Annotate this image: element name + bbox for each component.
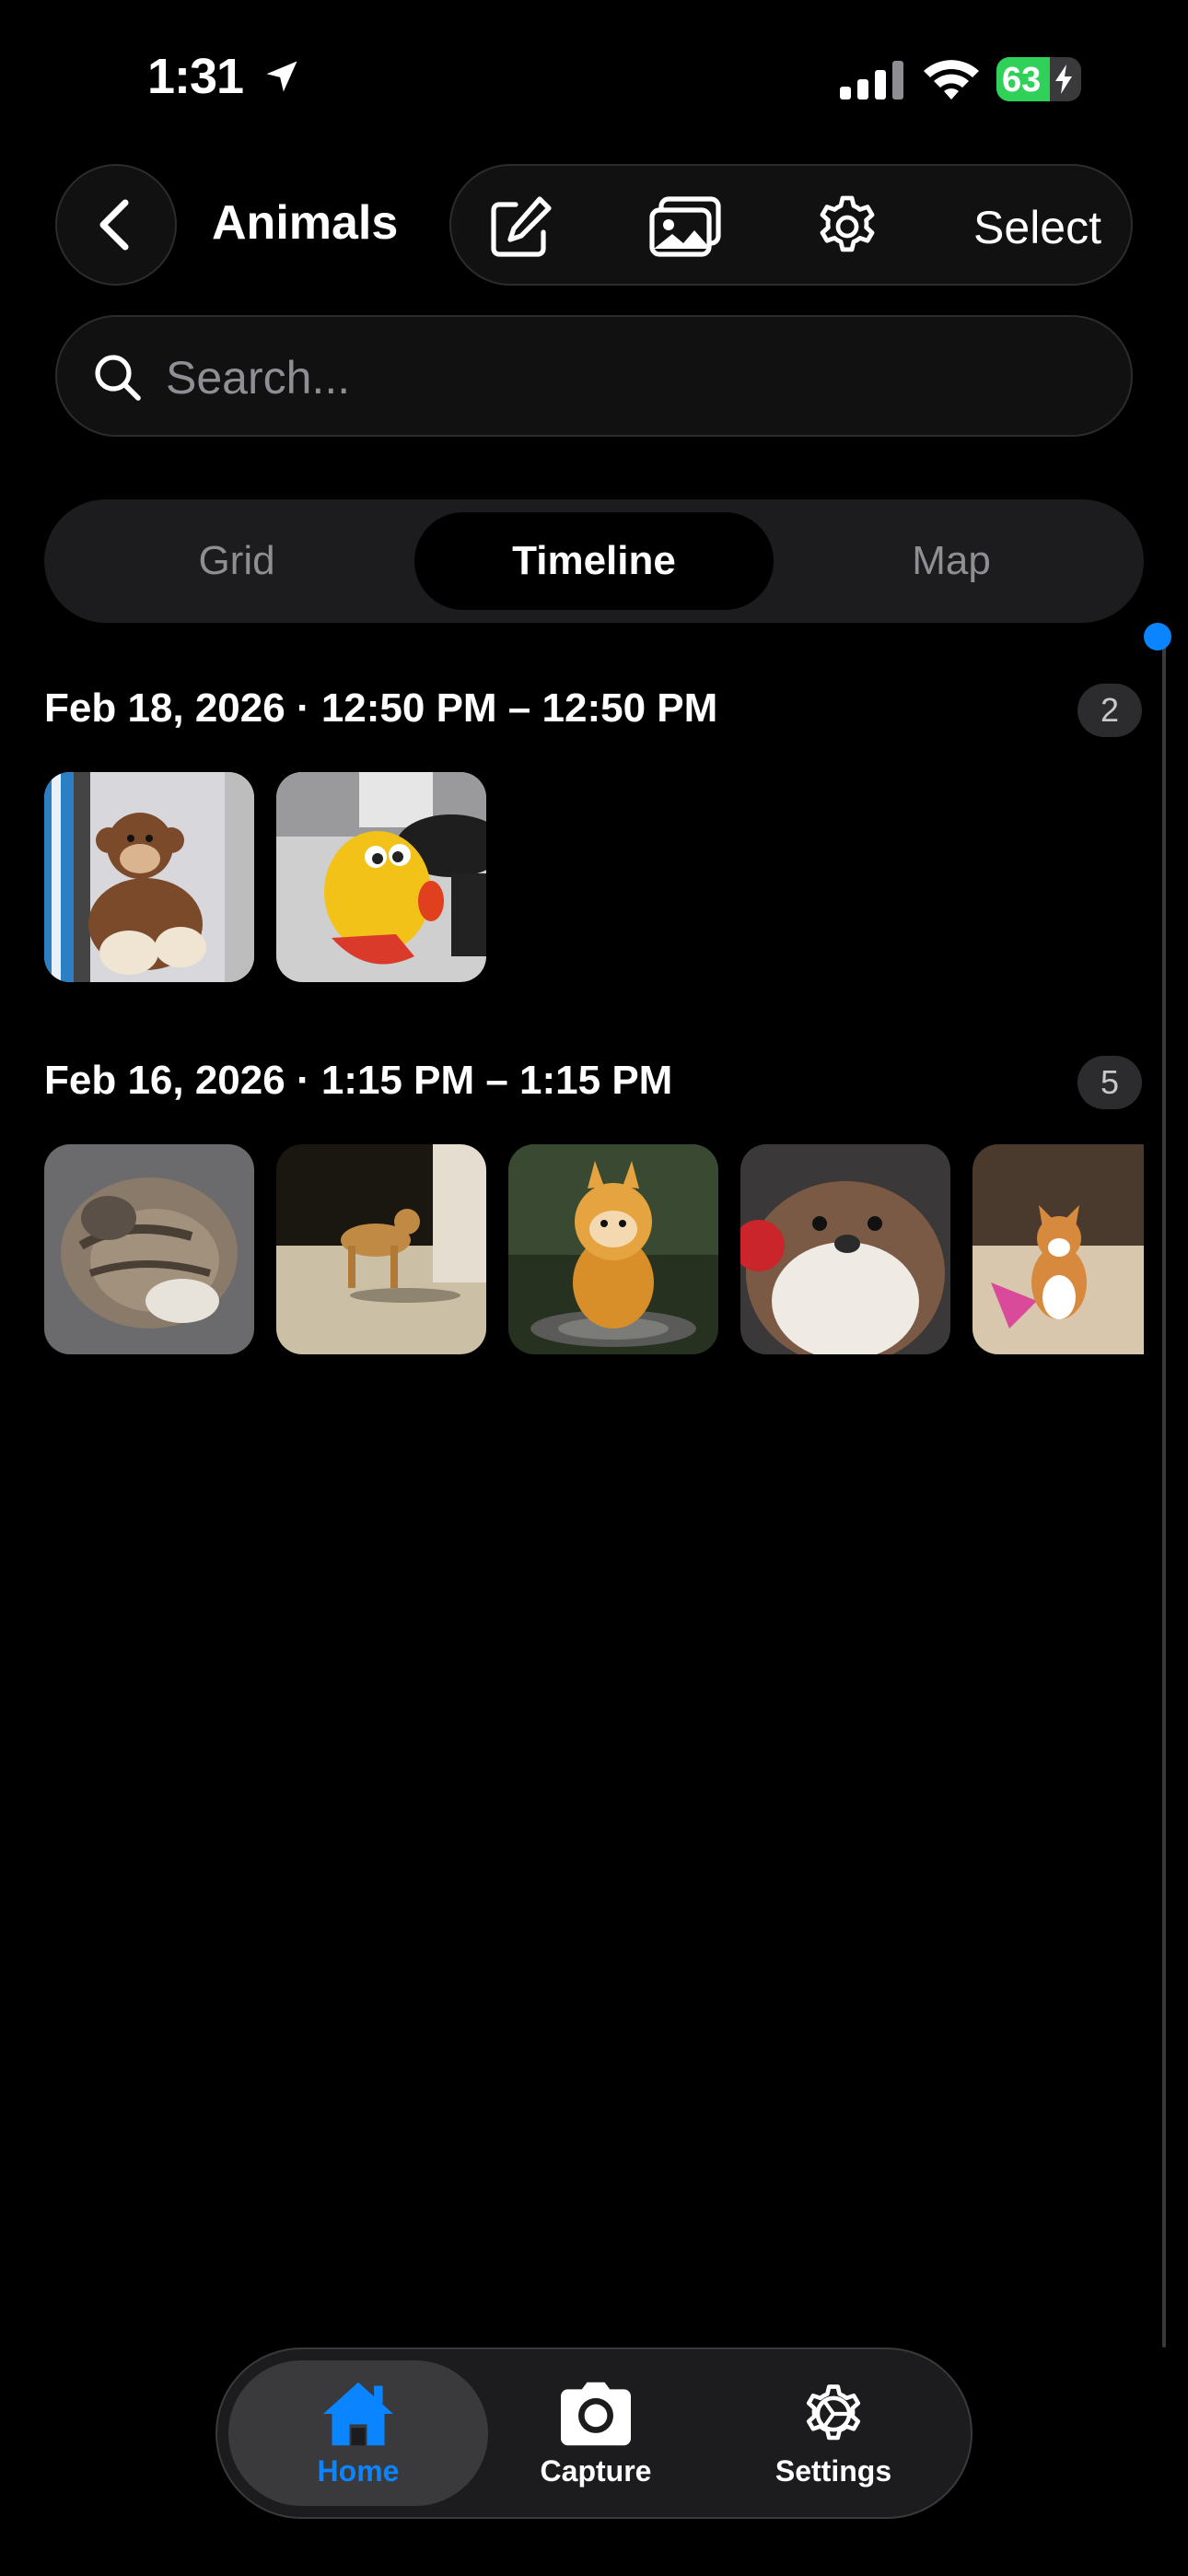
corgi-photo [973,1144,1144,1354]
edit-icon [491,196,552,257]
yellow-duck-toy-photo [276,772,486,982]
camera-icon [561,2382,631,2445]
edit-button[interactable] [488,193,554,260]
photo-thumbnail[interactable] [276,772,486,982]
tab-map[interactable]: Map [772,512,1131,610]
photo-library-button[interactable] [646,193,724,260]
search-input[interactable] [166,341,1087,415]
status-time: 1:31 [147,48,302,105]
photo-row [44,1144,1144,1354]
settings-button[interactable] [814,193,880,260]
gear-icon [820,195,875,252]
select-button[interactable]: Select [973,201,1101,254]
search-icon [95,355,141,401]
page-title: Animals [212,196,399,250]
dog-statue-photo [276,1144,486,1354]
tab-capture[interactable]: Capture [466,2360,726,2506]
photo-thumbnail[interactable] [508,1144,718,1354]
photos-icon [649,196,721,257]
photo-count-badge: 2 [1077,684,1142,737]
plush-owl-photo [740,1144,950,1354]
tab-home[interactable]: Home [228,2360,488,2506]
search-bar[interactable] [55,315,1133,437]
back-button[interactable] [55,164,177,286]
scroll-indicator-track[interactable] [1162,634,1166,2348]
tab-label: Home [317,2453,400,2488]
tab-settings[interactable]: Settings [704,2360,963,2506]
scroll-indicator-dot[interactable] [1144,623,1171,650]
view-mode-control: Grid Timeline Map [44,499,1144,623]
chevron-left-icon [99,199,129,251]
photo-thumbnail[interactable] [44,772,254,982]
photo-thumbnail[interactable] [740,1144,950,1354]
tab-label: Capture [540,2453,652,2488]
tab-grid[interactable]: Grid [57,512,416,610]
charging-bolt-icon [1055,64,1072,94]
photo-count-badge: 5 [1077,1056,1142,1109]
sleeping-cat-photo [44,1144,254,1354]
section-date-header: Feb 18, 2026 · 12:50 PM – 12:50 PM [44,685,718,731]
clock-label: 1:31 [147,49,244,104]
bottom-tab-bar: Home Capture Settings [215,2348,973,2519]
gear-icon [806,2383,861,2440]
cellular-signal-icon [840,61,903,100]
plush-monkey-photo [44,772,254,982]
section-date-header: Feb 16, 2026 · 1:15 PM – 1:15 PM [44,1058,673,1103]
photo-thumbnail[interactable] [973,1144,1144,1354]
photo-thumbnail[interactable] [276,1144,486,1354]
location-arrow-icon [266,61,297,92]
battery-percent: 63 [1002,61,1042,100]
photo-thumbnail[interactable] [44,1144,254,1354]
tab-label: Settings [775,2453,892,2488]
header-toolbar: Select [449,164,1133,286]
wifi-icon [924,60,979,100]
battery-indicator: 63 [996,57,1081,101]
home-icon [323,2382,393,2445]
mascot-statue-photo [508,1144,718,1354]
tab-timeline[interactable]: Timeline [414,512,774,610]
